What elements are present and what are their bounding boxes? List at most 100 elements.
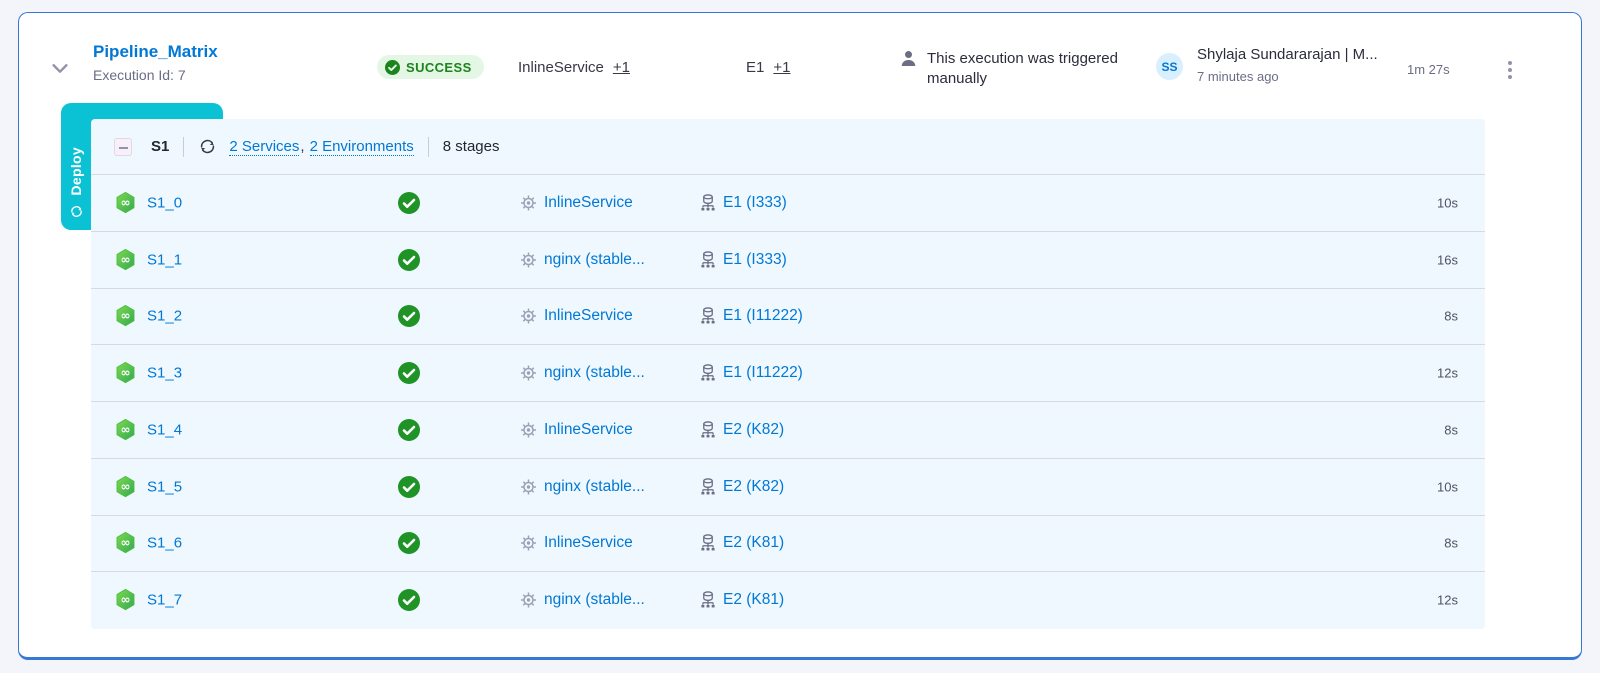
stage-name-link[interactable]: S1_4	[147, 421, 182, 438]
stage-duration: 10s	[1437, 195, 1458, 210]
stage-name-link[interactable]: S1_5	[147, 478, 182, 495]
gear-icon	[520, 592, 537, 609]
stage-rows: ∞ S1_0 InlineService E1 (I333)	[91, 175, 1485, 628]
stage-name-link[interactable]: S1_2	[147, 308, 182, 325]
service-link[interactable]: InlineService	[544, 194, 633, 212]
infrastructure-icon	[699, 250, 717, 269]
infrastructure-icon	[699, 477, 717, 496]
environment-link[interactable]: E2 (K81)	[723, 534, 784, 552]
infrastructure-icon	[699, 307, 717, 326]
kebab-menu-icon[interactable]	[1500, 55, 1520, 85]
divider	[428, 137, 429, 157]
svg-text:∞: ∞	[121, 479, 131, 493]
svg-text:∞: ∞	[121, 593, 131, 607]
chevron-down-icon[interactable]	[49, 57, 71, 79]
environments-link[interactable]: 2 Environments	[310, 138, 414, 156]
stage-name-link[interactable]: S1_1	[147, 251, 182, 268]
gear-icon	[520, 194, 537, 211]
service-link[interactable]: nginx (stable...	[544, 364, 645, 382]
header-environments: E1 +1	[746, 59, 790, 76]
stage-row[interactable]: ∞ S1_2 InlineService E1 (I11222	[91, 288, 1485, 345]
stage-row[interactable]: ∞ S1_6 InlineService E2 (K81)	[91, 515, 1485, 572]
stage-name-link[interactable]: S1_7	[147, 592, 182, 609]
stage-group-name: S1	[151, 138, 169, 155]
infrastructure-icon	[699, 420, 717, 439]
status-badge: SUCCESS	[377, 55, 484, 79]
stage-duration: 8s	[1444, 309, 1458, 324]
execution-card: Pipeline_Matrix Execution Id: 7 SUCCESS …	[18, 12, 1582, 660]
pipeline-title[interactable]: Pipeline_Matrix	[93, 42, 218, 62]
time-ago: 7 minutes ago	[1197, 69, 1378, 84]
svg-text:∞: ∞	[121, 366, 131, 380]
divider	[183, 137, 184, 157]
service-link[interactable]: nginx (stable...	[544, 478, 645, 496]
environment-link[interactable]: E1 (I333)	[723, 251, 787, 269]
infrastructure-icon	[699, 591, 717, 610]
comma: ,	[300, 138, 304, 155]
matrix-hexagon-icon: ∞	[114, 248, 137, 272]
stage-row[interactable]: ∞ S1_5 nginx (stable... E2 (K82	[91, 458, 1485, 515]
success-check-icon	[398, 419, 420, 441]
success-check-icon	[398, 362, 420, 384]
matrix-hexagon-icon: ∞	[114, 191, 137, 215]
stage-row[interactable]: ∞ S1_3 nginx (stable... E1 (I11	[91, 344, 1485, 401]
avatar[interactable]: SS	[1156, 53, 1183, 80]
trigger-info: This execution was triggered manually	[899, 49, 1159, 89]
svg-text:∞: ∞	[121, 252, 131, 266]
stage-name-link[interactable]: S1_6	[147, 535, 182, 552]
environment-link[interactable]: E2 (K81)	[723, 591, 784, 609]
user-icon	[899, 49, 918, 68]
gear-icon	[520, 478, 537, 495]
deploy-tab-label: Deploy	[68, 147, 84, 195]
status-label: SUCCESS	[406, 60, 472, 75]
gear-icon	[520, 535, 537, 552]
infrastructure-icon	[699, 364, 717, 383]
svg-text:∞: ∞	[121, 536, 131, 550]
stage-duration: 8s	[1444, 536, 1458, 551]
infrastructure-icon	[699, 534, 717, 553]
collapse-group-button[interactable]	[114, 138, 132, 156]
execution-id: Execution Id: 7	[93, 67, 218, 83]
stage-duration: 12s	[1437, 593, 1458, 608]
stage-row[interactable]: ∞ S1_1 nginx (stable... E1 (I33	[91, 231, 1485, 288]
success-check-icon	[398, 476, 420, 498]
matrix-hexagon-icon: ∞	[114, 531, 137, 555]
loop-strategy-icon	[198, 137, 217, 156]
success-check-icon	[398, 589, 420, 611]
stage-row[interactable]: ∞ S1_4 InlineService E2 (K82)	[91, 401, 1485, 458]
stage-name-link[interactable]: S1_0	[147, 194, 182, 211]
success-check-icon	[398, 192, 420, 214]
matrix-hexagon-icon: ∞	[114, 588, 137, 612]
loop-strategy-icon	[69, 204, 84, 219]
stage-row[interactable]: ∞ S1_0 InlineService E1 (I333)	[91, 175, 1485, 231]
service-link[interactable]: nginx (stable...	[544, 251, 645, 269]
svg-text:∞: ∞	[121, 423, 131, 437]
stage-group-header: S1 2 Services , 2 Environments 8 stages	[91, 119, 1485, 175]
environment-link[interactable]: E1 (I11222)	[723, 307, 803, 325]
gear-icon	[520, 308, 537, 325]
header-service-more-link[interactable]: +1	[613, 59, 630, 76]
environment-link[interactable]: E1 (I11222)	[723, 364, 803, 382]
stage-row[interactable]: ∞ S1_7 nginx (stable... E2 (K81	[91, 571, 1485, 628]
environment-link[interactable]: E1 (I333)	[723, 194, 787, 212]
service-link[interactable]: InlineService	[544, 421, 633, 439]
title-block: Pipeline_Matrix Execution Id: 7	[93, 42, 218, 83]
matrix-hexagon-icon: ∞	[114, 304, 137, 328]
matrix-hexagon-icon: ∞	[114, 418, 137, 442]
environment-link[interactable]: E2 (K82)	[723, 478, 784, 496]
stages-count: 8 stages	[443, 138, 500, 155]
services-link[interactable]: 2 Services	[229, 138, 299, 156]
header-environment-more-link[interactable]: +1	[773, 59, 790, 76]
service-link[interactable]: nginx (stable...	[544, 591, 645, 609]
gear-icon	[520, 421, 537, 438]
service-link[interactable]: InlineService	[544, 307, 633, 325]
gear-icon	[520, 365, 537, 382]
stage-name-link[interactable]: S1_3	[147, 365, 182, 382]
header-environment-label: E1	[746, 59, 764, 76]
environment-link[interactable]: E2 (K82)	[723, 421, 784, 439]
svg-text:∞: ∞	[121, 309, 131, 323]
trigger-text: This execution was triggered manually	[927, 49, 1159, 89]
total-duration: 1m 27s	[1407, 62, 1450, 77]
service-link[interactable]: InlineService	[544, 534, 633, 552]
deploy-tab-strip: Deploy	[61, 103, 91, 230]
